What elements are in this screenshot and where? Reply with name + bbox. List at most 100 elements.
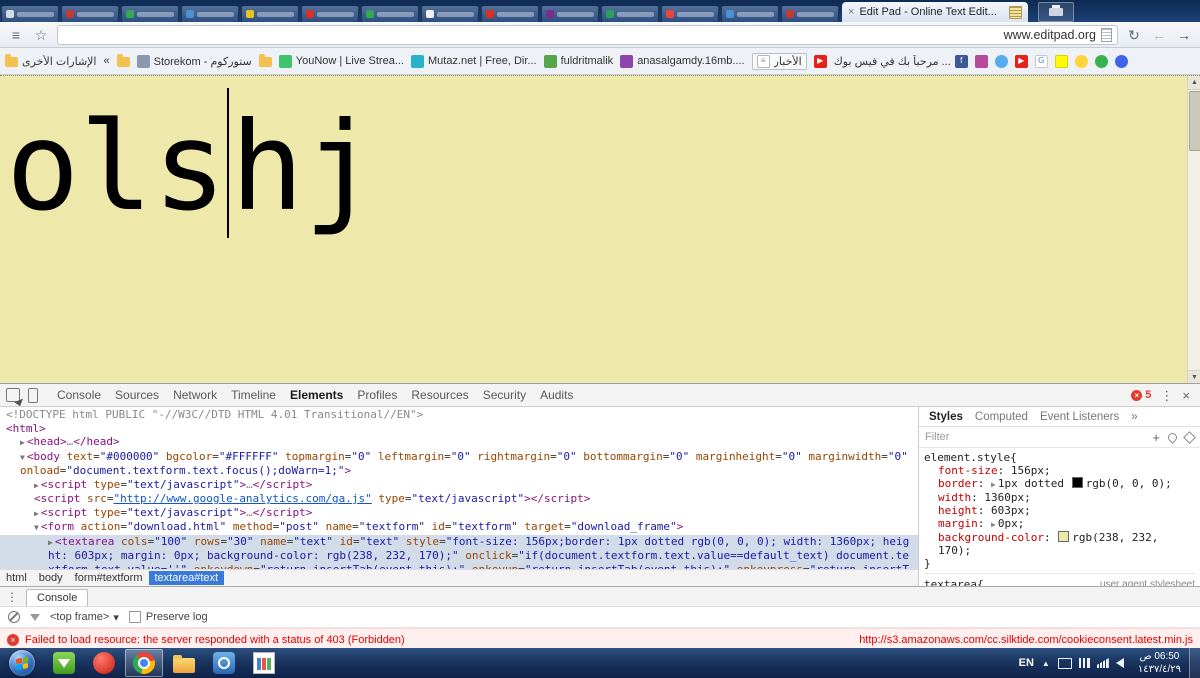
browser-tab[interactable] xyxy=(661,5,719,22)
color-swatch[interactable] xyxy=(1072,477,1083,488)
idm-taskbar-button[interactable] xyxy=(45,649,83,677)
devtools-tab-network[interactable]: Network xyxy=(166,384,224,406)
pin-icon[interactable] xyxy=(1166,431,1179,444)
dom-node-line[interactable]: ▼<form action="download.html" method="po… xyxy=(0,520,918,535)
browser-tab[interactable] xyxy=(541,5,599,22)
dom-node-line[interactable]: <html> xyxy=(0,422,918,436)
drawer-menu-icon[interactable]: ⋮ xyxy=(6,590,18,604)
breadcrumb-textareatext[interactable]: textarea#text xyxy=(149,571,225,585)
browser-tab[interactable] xyxy=(121,5,179,22)
bookmark-item[interactable]: fuldritmalik xyxy=(544,55,614,68)
breadcrumb-html[interactable]: html xyxy=(0,571,33,585)
disclosure-arrow-icon[interactable]: ▶ xyxy=(34,481,39,490)
bookmark-item[interactable]: anasalgamdy.16mb.... xyxy=(620,55,744,68)
console-error-row[interactable]: Failed to load resource: the server resp… xyxy=(0,628,1200,650)
bookmark-item[interactable]: Mutaz.net | Free, Dir... xyxy=(411,55,537,68)
bookmark-item[interactable] xyxy=(1055,55,1068,68)
devtools-close-icon[interactable]: × xyxy=(1182,389,1190,402)
monitor-icon[interactable] xyxy=(1058,658,1072,669)
bookmark-item[interactable] xyxy=(975,55,988,68)
signal-icon[interactable] xyxy=(1097,658,1109,668)
expand-arrow-icon[interactable]: ▶ xyxy=(991,480,996,489)
dom-node-line[interactable]: ▶<textarea cols="100" rows="30" name="te… xyxy=(0,535,918,570)
css-property[interactable]: margin: ▶0px; xyxy=(924,517,1195,531)
menu-icon[interactable]: ≡ xyxy=(7,28,25,42)
chrome-taskbar-button[interactable] xyxy=(125,649,163,677)
browser-tab[interactable] xyxy=(601,5,659,22)
element-state-icon[interactable] xyxy=(1183,431,1196,444)
spreadsheet-taskbar-button[interactable] xyxy=(245,649,283,677)
start-button[interactable] xyxy=(9,650,35,676)
browser-tab[interactable] xyxy=(361,5,419,22)
filter-icon[interactable] xyxy=(30,614,40,621)
page-scrollbar[interactable]: ▲ ▼ xyxy=(1187,76,1200,384)
address-bar[interactable]: www.editpad.org xyxy=(57,25,1118,45)
devtools-tab-resources[interactable]: Resources xyxy=(404,384,475,406)
printer-icon[interactable] xyxy=(1038,2,1074,22)
styles-tab-[interactable]: » xyxy=(1126,411,1142,423)
bookmark-item[interactable] xyxy=(1095,55,1108,68)
frame-selector[interactable]: <top frame> ▾ xyxy=(50,611,119,624)
styles-tab-computed[interactable]: Computed xyxy=(970,411,1033,423)
css-property[interactable]: height: 603px; xyxy=(924,504,1195,517)
devtools-tab-security[interactable]: Security xyxy=(476,384,533,406)
css-property[interactable]: background-color: rgb(238, 232, 170); xyxy=(924,531,1195,557)
devtools-tab-audits[interactable]: Audits xyxy=(533,384,580,406)
preserve-log-checkbox[interactable] xyxy=(129,611,141,623)
browser-tab[interactable] xyxy=(421,5,479,22)
bookmark-item[interactable]: G xyxy=(1035,55,1048,68)
dom-node-line[interactable]: ▶<head>…</head> xyxy=(0,435,918,450)
browser-tab[interactable] xyxy=(181,5,239,22)
disclosure-arrow-icon[interactable]: ▼ xyxy=(20,453,25,462)
dom-node-line[interactable]: <!DOCTYPE html PUBLIC "-//W3C//DTD HTML … xyxy=(0,408,918,422)
breadcrumb-body[interactable]: body xyxy=(33,571,69,585)
disclosure-arrow-icon[interactable]: ▶ xyxy=(20,438,25,447)
breadcrumb-formtextform[interactable]: form#textform xyxy=(69,571,149,585)
scroll-down-arrow-icon[interactable]: ▼ xyxy=(1188,370,1200,384)
bookmark-item[interactable]: Storekom - ستوركوم xyxy=(137,55,252,68)
dom-node-line[interactable]: ▶<script type="text/javascript">…</scrip… xyxy=(0,478,918,493)
devtools-tab-profiles[interactable]: Profiles xyxy=(350,384,404,406)
disclosure-arrow-icon[interactable]: ▶ xyxy=(34,509,39,518)
scroll-up-arrow-icon[interactable]: ▲ xyxy=(1188,76,1200,90)
styles-tab-styles[interactable]: Styles xyxy=(924,411,968,423)
active-tab[interactable]: × Edit Pad - Online Text Edit... xyxy=(842,2,1028,22)
bookmark-item[interactable]: الإشارات الأخرى xyxy=(5,55,97,68)
editpad-textarea[interactable]: olshj ▲ ▼ xyxy=(0,75,1200,384)
bookmark-item[interactable] xyxy=(117,55,130,67)
devtools-tab-sources[interactable]: Sources xyxy=(108,384,166,406)
bookmark-item[interactable]: ▶ xyxy=(1015,55,1028,68)
browser-tab[interactable] xyxy=(721,5,779,22)
page-icon[interactable] xyxy=(1101,28,1112,42)
taskbar-clock[interactable]: 06:50 ص ١٤٣٧/٤/٢٩ xyxy=(1130,650,1189,677)
bookmark-item[interactable] xyxy=(1075,55,1088,68)
reload-icon[interactable]: ↻ xyxy=(1125,28,1143,42)
styles-filter-input[interactable]: Filter xyxy=(925,431,1144,443)
red-browser-taskbar-button[interactable] xyxy=(85,649,123,677)
browser-tab[interactable] xyxy=(241,5,299,22)
expand-arrow-icon[interactable]: ▶ xyxy=(991,520,996,529)
bookmark-item[interactable]: fمرحباً بك في فيس بوك ... xyxy=(834,55,968,68)
browser-tab[interactable] xyxy=(781,5,839,22)
css-selector[interactable]: textarea xyxy=(924,578,977,586)
dom-node-line[interactable]: ▶<script type="text/javascript">…</scrip… xyxy=(0,506,918,521)
bookmark-item[interactable] xyxy=(1115,55,1128,68)
device-mode-icon[interactable] xyxy=(28,388,38,403)
hidden-icons-arrow[interactable]: ▲ xyxy=(1042,659,1050,668)
browser-tab[interactable] xyxy=(61,5,119,22)
clear-console-icon[interactable] xyxy=(8,611,20,623)
bookmark-item[interactable] xyxy=(259,55,272,67)
devtools-menu-icon[interactable]: ⋮ xyxy=(1160,389,1173,402)
bookmark-item[interactable]: « xyxy=(104,55,110,67)
inspect-element-icon[interactable] xyxy=(6,388,20,402)
preserve-log-option[interactable]: Preserve log xyxy=(129,611,208,623)
error-count-badge[interactable]: 5 xyxy=(1131,389,1151,401)
bookmark-item[interactable]: ▶ xyxy=(814,55,827,68)
css-property[interactable]: font-size: 156px; xyxy=(924,464,1195,477)
devtools-tab-timeline[interactable]: Timeline xyxy=(224,384,283,406)
back-icon[interactable]: → xyxy=(1175,28,1193,42)
bookmark-item[interactable]: ≡الأخبار xyxy=(752,53,807,70)
css-property[interactable]: width: 1360px; xyxy=(924,491,1195,504)
css-selector[interactable]: element.style xyxy=(924,451,1010,464)
dom-node-line[interactable]: <script src="http://www.google-analytics… xyxy=(0,492,918,506)
